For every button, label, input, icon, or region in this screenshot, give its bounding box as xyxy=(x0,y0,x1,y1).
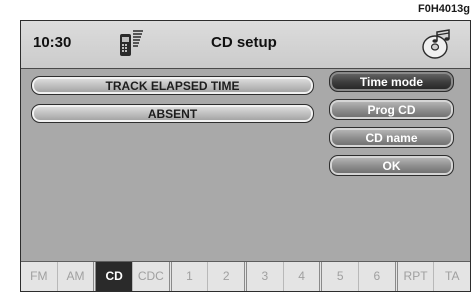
tab-rpt[interactable]: RPT xyxy=(398,262,435,291)
info-field-label: ABSENT xyxy=(147,106,198,121)
button-label: Time mode xyxy=(359,74,424,89)
figure-reference: F0H4013g xyxy=(418,3,470,15)
radio-display: 10:30 CD setup TRACK ELAPSED TIME ABSENT… xyxy=(20,20,471,292)
tab-fm[interactable]: FM xyxy=(21,262,58,291)
button-label: CD name xyxy=(365,130,418,145)
time-mode-button[interactable]: Time mode xyxy=(329,71,454,92)
tab-preset-3[interactable]: 3 xyxy=(247,262,284,291)
button-label: OK xyxy=(382,158,401,173)
info-field-label: TRACK ELAPSED TIME xyxy=(105,78,240,93)
tab-preset-6[interactable]: 6 xyxy=(359,262,398,291)
tab-cd[interactable]: CD xyxy=(96,262,134,291)
header-bar: 10:30 CD setup xyxy=(21,21,470,69)
info-field-status: ABSENT xyxy=(31,104,314,123)
tab-preset-4[interactable]: 4 xyxy=(284,262,323,291)
ok-button[interactable]: OK xyxy=(329,155,454,176)
source-tab-bar: FM AM CD CDC 1 2 3 4 5 6 RPT TA xyxy=(21,261,470,291)
tab-ta[interactable]: TA xyxy=(434,262,470,291)
tab-am[interactable]: AM xyxy=(58,262,97,291)
tab-cdc[interactable]: CDC xyxy=(133,262,172,291)
cd-music-icon xyxy=(422,29,450,59)
tab-preset-5[interactable]: 5 xyxy=(322,262,360,291)
tab-preset-1[interactable]: 1 xyxy=(172,262,209,291)
screen-title: CD setup xyxy=(211,34,277,51)
cd-name-button[interactable]: CD name xyxy=(329,127,454,148)
tab-preset-2[interactable]: 2 xyxy=(208,262,248,291)
clock-time: 10:30 xyxy=(33,34,72,51)
phone-signal-icon xyxy=(120,30,143,56)
button-label: Prog CD xyxy=(367,102,416,117)
prog-cd-button[interactable]: Prog CD xyxy=(329,99,454,120)
info-field-track-time: TRACK ELAPSED TIME xyxy=(31,76,314,95)
